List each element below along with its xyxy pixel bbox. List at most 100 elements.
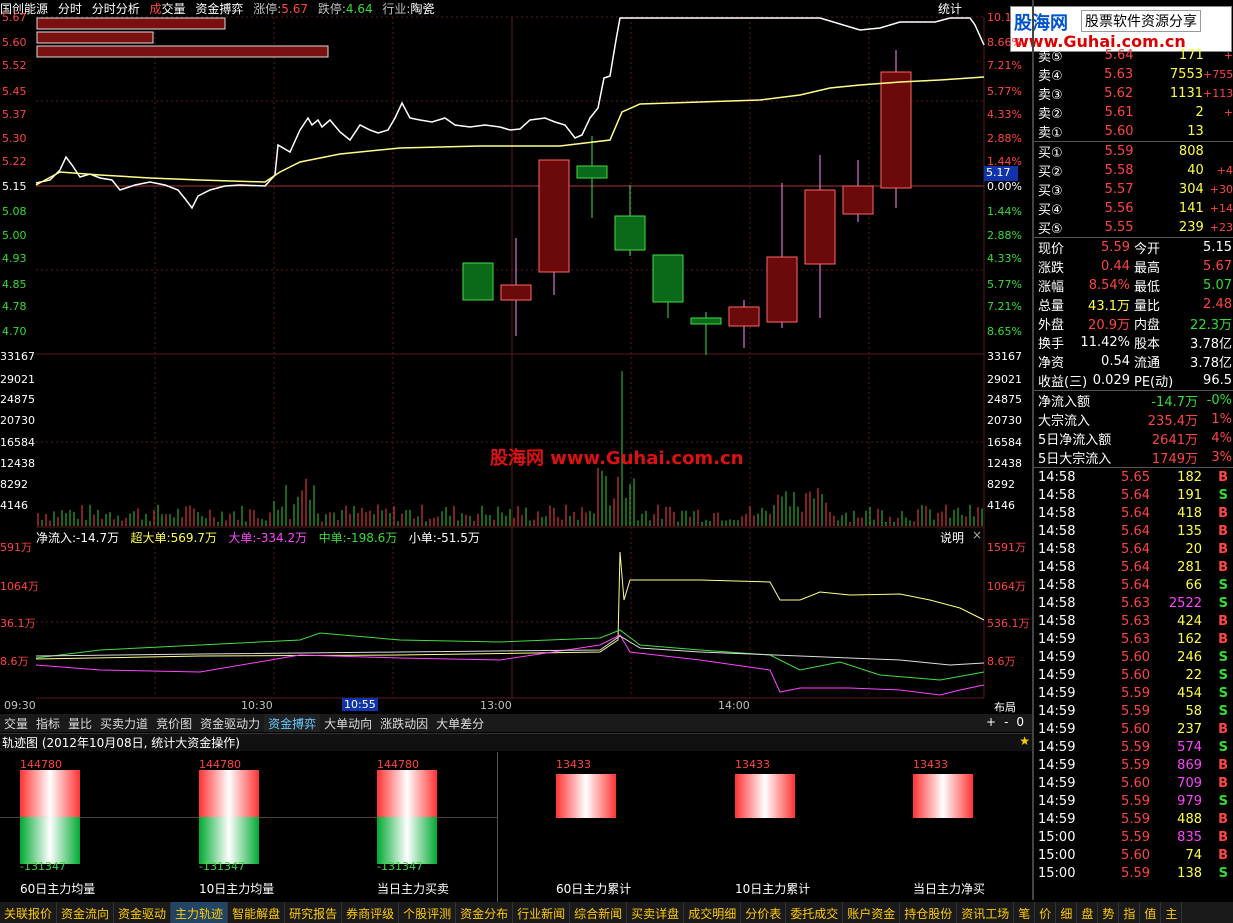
quote-key: 涨幅 (1038, 280, 1065, 295)
bottom-tab-20[interactable]: 细 (1056, 902, 1078, 923)
order-volume: 13 (1187, 124, 1204, 139)
tab-0[interactable]: 交量 (0, 714, 32, 732)
tick-time: 14:59 (1038, 631, 1076, 647)
star-icon[interactable]: ★ (1019, 734, 1030, 748)
bottom-tab-14[interactable]: 委托成交 (786, 902, 844, 923)
volume-tick-right: 33167 (987, 350, 1022, 363)
super-large: 超大单:569.7万 (130, 531, 217, 545)
order-price: 5.56 (1104, 201, 1134, 216)
order-price: 5.63 (1104, 67, 1134, 82)
bottom-tab-17[interactable]: 资讯工场 (957, 902, 1015, 923)
bottom-tab-1[interactable]: 资金流向 (57, 902, 115, 923)
quote-key: 流通 (1134, 356, 1161, 371)
orderbook-row[interactable]: 卖① 5.60 13 (1034, 122, 1233, 141)
bottom-tab-10[interactable]: 综合新闻 (570, 902, 628, 923)
candle (880, 71, 912, 189)
order-volume: 304 (1178, 182, 1204, 197)
bottom-tab-21[interactable]: 盘 (1077, 902, 1099, 923)
tab-9[interactable]: 大单差分 (432, 714, 488, 732)
zoom-out-button[interactable]: - (1004, 715, 1008, 729)
tab-2[interactable]: 量比 (64, 714, 96, 732)
bottom-tab-19[interactable]: 价 (1035, 902, 1057, 923)
orderbook-row[interactable]: 买② 5.58 40 +4 (1034, 161, 1233, 180)
orderbook-row[interactable]: 买③ 5.57 304 +30 (1034, 180, 1233, 199)
bottom-tab-22[interactable]: 势 (1098, 902, 1120, 923)
quote-value: 0.44 (1101, 259, 1130, 274)
intraday-chart[interactable] (0, 0, 1032, 715)
bottom-tab-15[interactable]: 账户资金 (843, 902, 901, 923)
bottom-tab-25[interactable]: 主 (1161, 902, 1183, 923)
fund-value: -14.7万 (1151, 395, 1198, 410)
fund-row: 大宗流入 235.4万 1% (1034, 410, 1233, 429)
orderbook-row[interactable]: 买① 5.59 808 (1034, 142, 1233, 161)
large-order: 大单:-334.2万 (228, 531, 308, 545)
quote-row: 现价 5.59 今开 5.15 (1034, 238, 1233, 257)
orderbook-row[interactable]: 买④ 5.56 141 +14 (1034, 199, 1233, 218)
volume-tick: 29021 (0, 373, 35, 386)
flow-tick-right: 1591万 (987, 541, 1026, 554)
help-button[interactable]: 说明 (940, 529, 964, 546)
bottom-tab-18[interactable]: 笔 (1014, 902, 1036, 923)
bottom-tab-8[interactable]: 资金分布 (456, 902, 514, 923)
bottom-tab-4[interactable]: 智能解盘 (228, 902, 286, 923)
tick-row: 14:58 5.64 135 B (1034, 522, 1233, 540)
volume-tick: 8292 (0, 478, 28, 491)
bottom-tab-16[interactable]: 持仓股份 (900, 902, 958, 923)
tick-volume: 2522 (1168, 595, 1202, 611)
bottom-tab-12[interactable]: 成交明细 (684, 902, 742, 923)
bottom-tab-6[interactable]: 券商评级 (342, 902, 400, 923)
bottom-tab-24[interactable]: 值 (1140, 902, 1162, 923)
orderbook-row[interactable]: 买⑤ 5.55 239 +23 (1034, 218, 1233, 237)
tick-volume: 191 (1177, 487, 1202, 503)
bottom-tab-0[interactable]: 关联报价 (0, 902, 58, 923)
tick-row: 15:00 5.59 835 B (1034, 828, 1233, 846)
tab-4[interactable]: 竞价图 (152, 714, 196, 732)
tick-side: B (1218, 469, 1228, 485)
bottom-tab-9[interactable]: 行业新闻 (513, 902, 571, 923)
tab-5[interactable]: 资金驱动力 (196, 714, 264, 732)
candle (804, 189, 836, 265)
cursor-time: 10:55 (342, 698, 378, 711)
tab-8[interactable]: 涨跌动因 (376, 714, 432, 732)
track-down-bar (377, 817, 437, 864)
order-volume: 7553 (1169, 67, 1203, 82)
tab-6[interactable]: 资金搏弈 (264, 714, 321, 732)
quote-key: 收益(三) (1038, 375, 1088, 390)
order-level: 卖② (1038, 107, 1063, 122)
bottom-tab-13[interactable]: 分价表 (741, 902, 787, 923)
bottom-tab-11[interactable]: 买卖详盘 (627, 902, 685, 923)
bottom-tab-5[interactable]: 研究报告 (285, 902, 343, 923)
bottom-tab-2[interactable]: 资金驱动 (114, 902, 172, 923)
close-icon[interactable]: × (972, 528, 982, 542)
orderbook-row[interactable]: 卖② 5.61 2 + (1034, 103, 1233, 122)
track-up-bar (913, 774, 973, 818)
candle (652, 254, 684, 303)
tick-row: 14:58 5.63 424 B (1034, 612, 1233, 630)
tick-side: B (1218, 559, 1228, 575)
reset-button[interactable]: 0 (1016, 715, 1024, 729)
order-change: +14 (1209, 202, 1233, 215)
layout-button[interactable]: 布局 (994, 699, 1016, 715)
track-caption: 60日主力均量 (20, 882, 96, 896)
tick-time: 14:59 (1038, 721, 1076, 737)
price-tick: 4.70 (2, 325, 27, 338)
volume-tick-right: 29021 (987, 373, 1022, 386)
order-volume: 141 (1178, 201, 1204, 216)
orderbook-row[interactable]: 卖④ 5.63 7553 +755 (1034, 65, 1233, 84)
price-tick: 5.30 (2, 132, 27, 145)
bottom-tab-3[interactable]: 主力轨迹 (171, 902, 229, 923)
order-level: 卖③ (1038, 88, 1063, 103)
orderbook-row[interactable]: 卖⑤ 5.64 171 + (1034, 46, 1233, 65)
small-order: 小单:-51.5万 (408, 531, 480, 545)
tab-3[interactable]: 买卖力道 (96, 714, 152, 732)
orderbook-row[interactable]: 卖③ 5.62 1131 +113 (1034, 84, 1233, 103)
order-volume: 1131 (1169, 86, 1203, 101)
tick-time: 14:59 (1038, 649, 1076, 665)
bottom-tab-7[interactable]: 个股评测 (399, 902, 457, 923)
bottom-tab-23[interactable]: 指 (1119, 902, 1141, 923)
volume-tick: 16584 (0, 436, 35, 449)
zoom-in-button[interactable]: + (986, 715, 996, 729)
tab-7[interactable]: 大单动向 (320, 714, 376, 732)
flow-tick-right: 1064万 (987, 580, 1026, 593)
tab-1[interactable]: 指标 (32, 714, 64, 732)
